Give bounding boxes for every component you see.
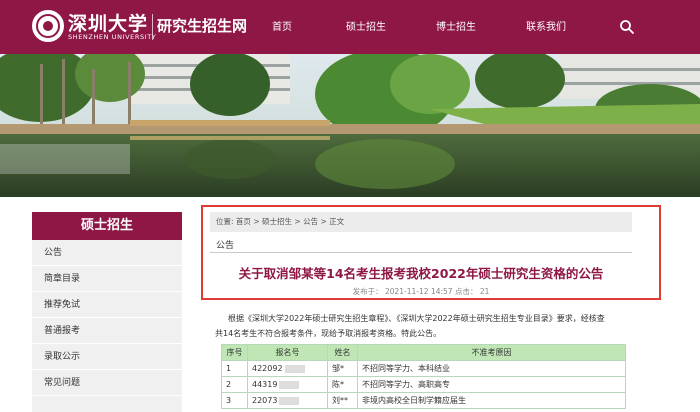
university-name-en: SHENZHEN UNIVERSITY — [68, 33, 157, 41]
table-header-row: 序号 报名号 姓名 不准考原因 — [221, 344, 626, 361]
sidebar-item-brochure[interactable]: 简章目录 — [32, 266, 182, 292]
nav-doctoral-admission[interactable]: 博士招生 — [436, 18, 476, 33]
sidebar-item-recommendation[interactable]: 推荐免试 — [32, 292, 182, 318]
cell-reason: 不招同等学力、高职高专 — [357, 376, 626, 393]
cell-reason: 非境内高校全日制学籍应届生 — [357, 392, 626, 409]
article-paragraph-2: 共14名考生不符合报考条件，现给予取消报考资格。特此公告。 — [215, 329, 442, 338]
table-row: 1 422092 邹* 不招同等学力、本科结业 — [221, 360, 626, 377]
logo-divider — [152, 14, 153, 40]
col-header-name: 姓名 — [327, 344, 358, 361]
cell-reason: 不招同等学力、本科结业 — [357, 360, 626, 377]
sidebar-title: 硕士招生 — [32, 212, 182, 240]
cell-reg-no: 22073 — [247, 392, 328, 409]
cell-name: 刘** — [327, 392, 358, 409]
col-header-reg-no: 报名号 — [247, 344, 328, 361]
redaction-blur — [279, 396, 300, 405]
nav-home[interactable]: 首页 — [272, 18, 292, 33]
table-row: 2 44319 陈* 不招同等学力、高职高专 — [221, 376, 626, 393]
cell-reg-no: 44319 — [247, 376, 328, 393]
campus-banner-image — [0, 54, 700, 197]
article-paragraph-1: 根据《深圳大学2022年硕士研究生招生章程》、《深圳大学2022年硕士研究生招生… — [228, 314, 605, 323]
site-title[interactable]: 研究生招生网 — [157, 15, 247, 36]
cell-reg-no: 422092 — [247, 360, 328, 377]
cell-index: 2 — [221, 376, 248, 393]
search-icon[interactable] — [619, 19, 635, 35]
cell-name: 邹* — [327, 360, 358, 377]
redaction-blur — [284, 364, 305, 373]
col-header-index: 序号 — [221, 344, 248, 361]
cell-index: 1 — [221, 360, 248, 377]
highlight-annotation-box — [201, 205, 661, 300]
col-header-reason: 不准考原因 — [357, 344, 626, 361]
nav-contact-us[interactable]: 联系我们 — [526, 18, 566, 33]
university-seal-icon[interactable] — [32, 10, 64, 42]
cell-name: 陈* — [327, 376, 358, 393]
cell-index: 3 — [221, 392, 248, 409]
disqualified-candidates-table: 序号 报名号 姓名 不准考原因 1 422092 邹* 不招同等学力、本科结业 … — [221, 344, 626, 409]
sidebar-menu: 公告 简章目录 推荐免试 普通报考 录取公示 常见问题 — [32, 240, 182, 412]
sidebar-item-faq[interactable]: 常见问题 — [32, 370, 182, 396]
table-row: 3 22073 刘** 非境内高校全日制学籍应届生 — [221, 392, 626, 409]
university-name-cn[interactable]: 深圳大学 — [68, 9, 148, 36]
nav-master-admission[interactable]: 硕士招生 — [346, 18, 386, 33]
redaction-blur — [279, 380, 300, 389]
sidebar-item-announcement[interactable]: 公告 — [32, 240, 182, 266]
sidebar-item-regular-application[interactable]: 普通报考 — [32, 318, 182, 344]
site-header: 深圳大学 SHENZHEN UNIVERSITY 研究生招生网 首页 硕士招生 … — [0, 0, 700, 54]
sidebar-item-admission-list[interactable]: 录取公示 — [32, 344, 182, 370]
